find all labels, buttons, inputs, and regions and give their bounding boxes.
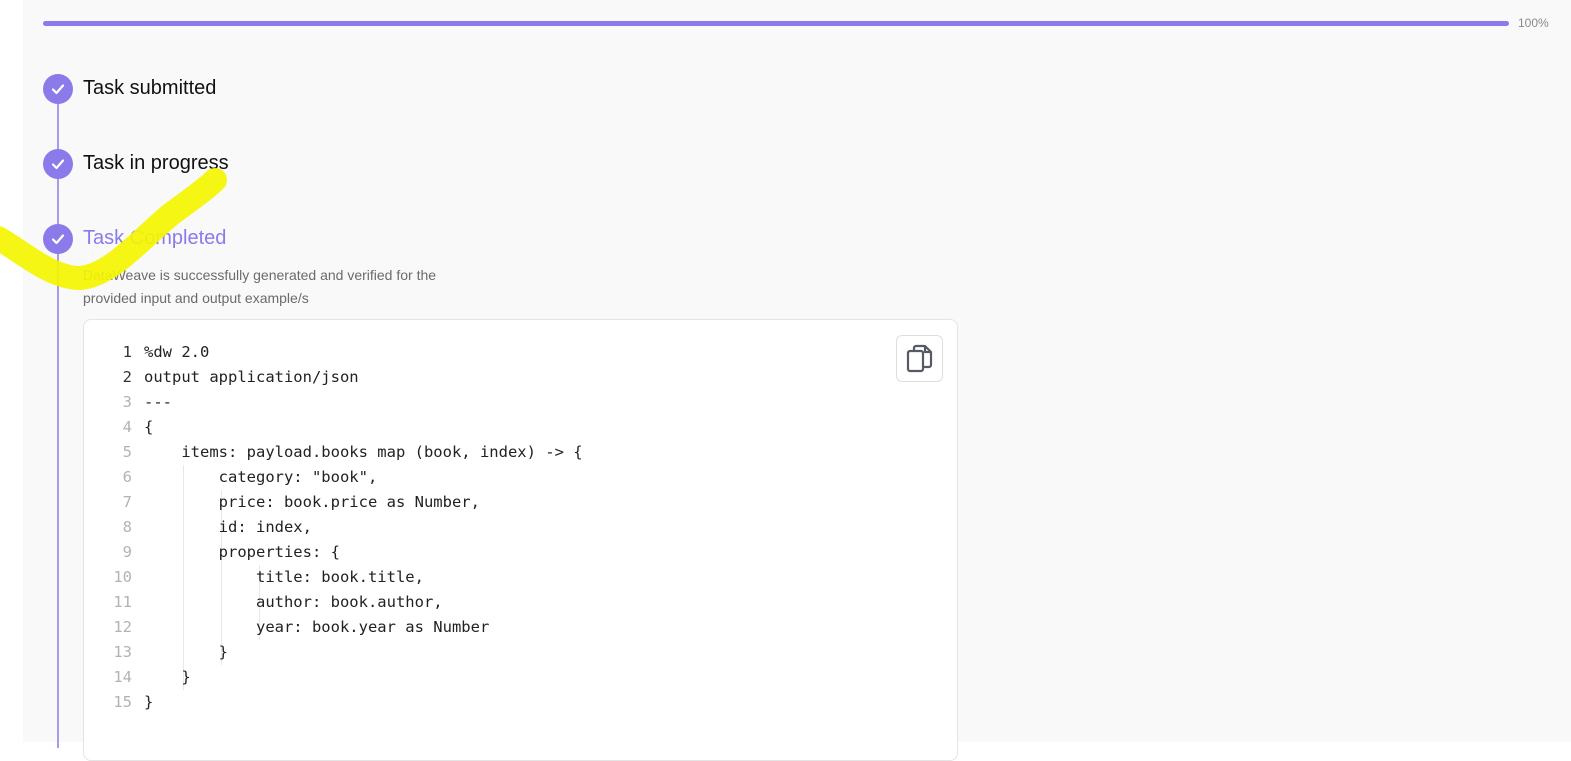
step-1-check-icon (43, 74, 73, 104)
code-line-text: } (144, 693, 154, 711)
code-line-text: { (144, 418, 154, 436)
code-line-text: } (144, 643, 228, 661)
line-number: 12 (113, 618, 132, 636)
copy-button[interactable] (896, 335, 943, 382)
progress-bar (43, 21, 1509, 26)
step-3-title: Task Completed (83, 227, 227, 249)
line-number: 2 (122, 368, 132, 386)
code-line-text: --- (144, 393, 172, 411)
copy-icon (906, 344, 932, 372)
step-2-title: Task in progress (83, 152, 229, 174)
progress-bar-fill (43, 21, 1509, 26)
line-number: 11 (113, 593, 132, 611)
line-number: 14 (113, 668, 132, 686)
timeline-connector (57, 88, 59, 748)
line-number: 10 (113, 568, 132, 586)
progress-label: 100% (1518, 16, 1549, 30)
step-3-description: DataWeave is successfully generated and … (83, 267, 437, 306)
line-number: 7 (122, 493, 132, 511)
code-line-text: id: index, (144, 518, 312, 536)
step-3-check-icon (43, 224, 73, 254)
code-line-text: price: book.price as Number, (144, 493, 480, 511)
line-number: 3 (122, 393, 132, 411)
code-line-text: items: payload.books map (book, index) -… (144, 443, 583, 461)
line-number: 13 (113, 643, 132, 661)
line-number: 1 (122, 343, 132, 361)
code-block: 1 %dw 2.0 2 output application/json 3 --- 4{5 … (83, 319, 958, 761)
code-line-text: category: "book", (144, 468, 378, 486)
line-number: 8 (122, 518, 132, 536)
step-2-check-icon (43, 149, 73, 179)
code-line-text: %dw 2.0 (144, 343, 210, 361)
line-number: 15 (113, 693, 132, 711)
step-1-title: Task submitted (83, 77, 217, 99)
code-line-text: properties: { (144, 543, 340, 561)
code-line-text: year: book.year as Number (144, 618, 490, 636)
line-number: 4 (122, 418, 132, 436)
line-number: 5 (122, 443, 132, 461)
code-line-text: author: book.author, (144, 593, 443, 611)
line-number: 6 (122, 468, 132, 486)
code-line-text: output application/json (144, 368, 359, 386)
code-line-text: } (144, 668, 191, 686)
code-line-text: title: book.title, (144, 568, 424, 586)
line-number: 9 (122, 543, 132, 561)
